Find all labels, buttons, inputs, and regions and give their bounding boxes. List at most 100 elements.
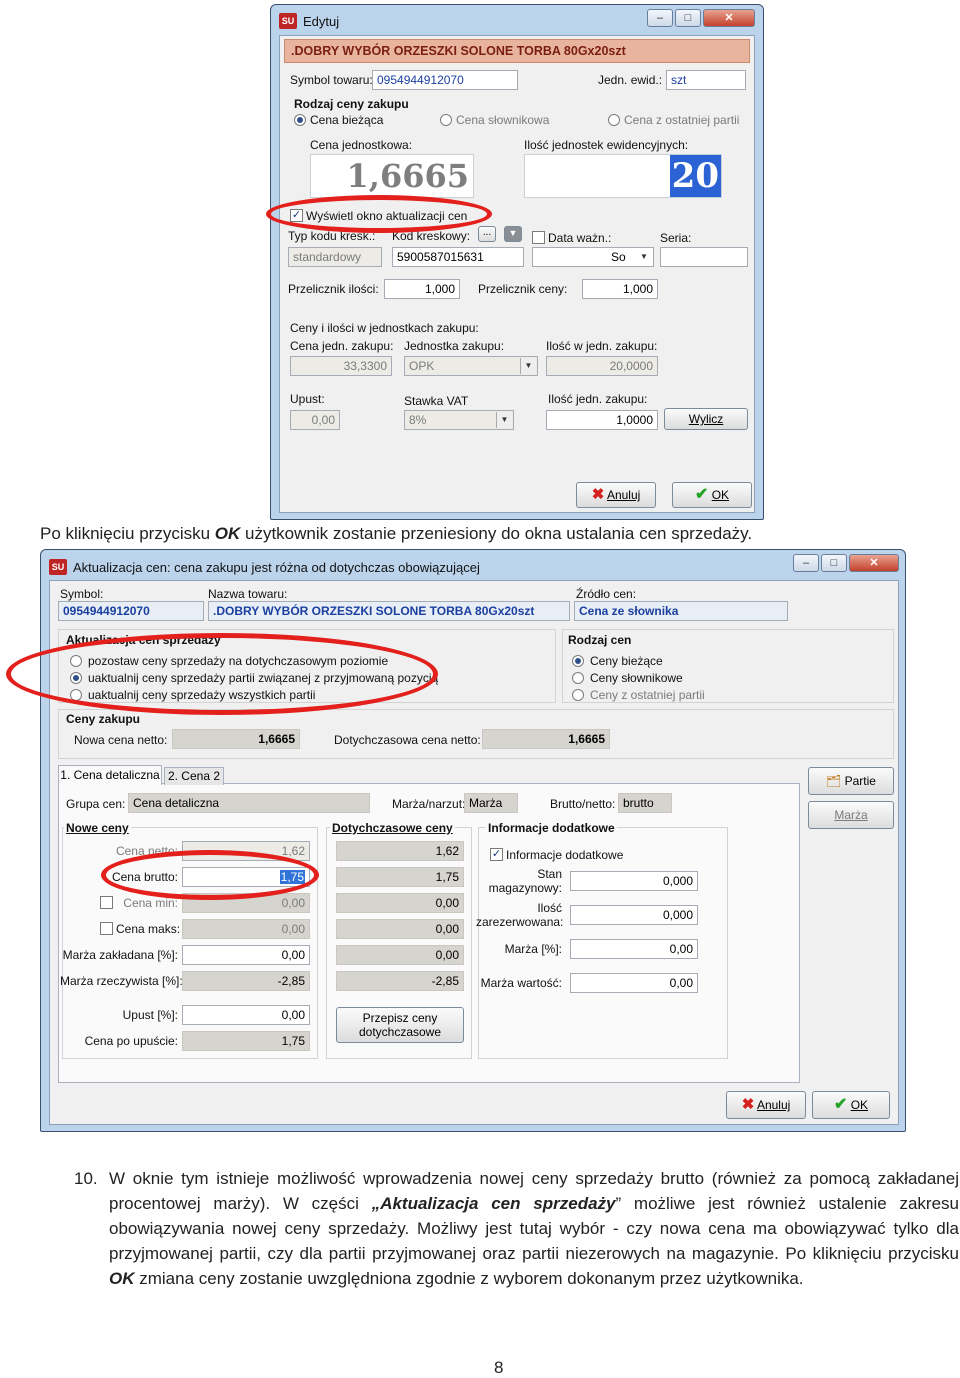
old-min-field: 0,00 bbox=[336, 893, 464, 913]
group-field[interactable]: Cena detaliczna bbox=[128, 793, 370, 813]
minimize-button[interactable]: – bbox=[647, 9, 673, 27]
expiry-checkbox[interactable] bbox=[532, 231, 545, 244]
series-field[interactable] bbox=[660, 247, 748, 267]
parts-icon: 🗂 bbox=[826, 774, 842, 788]
parts-button[interactable]: 🗂 Partie bbox=[808, 767, 894, 795]
discount-field[interactable]: 0,00 bbox=[182, 1005, 310, 1025]
reserved-field: 0,000 bbox=[570, 905, 698, 925]
qty-field[interactable]: 20 bbox=[524, 154, 722, 198]
radio-dictionary-price[interactable] bbox=[440, 114, 452, 126]
purchase-header: Ceny zakupu bbox=[66, 712, 141, 726]
new-net-field[interactable]: 1,6665 bbox=[172, 729, 300, 749]
vat-label: Stawka VAT bbox=[404, 394, 469, 408]
price-kind-last-batch: Ceny z ostatniej partii bbox=[590, 688, 705, 702]
row-label-margin-real: Marża rzeczywista [%]: bbox=[60, 974, 183, 988]
margin-val-field: 0,00 bbox=[570, 973, 698, 993]
ok-label: OK bbox=[711, 488, 730, 502]
old-net-field[interactable]: 1,6665 bbox=[482, 729, 610, 749]
source-field[interactable]: Cena ze słownika bbox=[574, 601, 788, 621]
barcode-browse-button[interactable]: ... bbox=[478, 226, 496, 242]
symbol-label: Symbol towaru: bbox=[290, 73, 373, 87]
step-number: 10. bbox=[74, 1169, 98, 1188]
barcode-dropdown-button[interactable]: ▼ bbox=[504, 226, 522, 242]
chevron-down-icon[interactable]: ▼ bbox=[636, 249, 652, 265]
symbol-label: Symbol: bbox=[60, 587, 104, 601]
para-bold-2: OK bbox=[109, 1269, 135, 1288]
symbol-field[interactable]: 0954944912070 bbox=[372, 70, 518, 90]
unit-price-label: Cena jednostkowa: bbox=[310, 138, 413, 152]
cancel-button[interactable]: ✖ Anuluj bbox=[576, 482, 656, 508]
chevron-down-icon[interactable]: ▼ bbox=[496, 412, 512, 428]
radio-last-batch-prices[interactable] bbox=[572, 689, 584, 701]
window-body: .DOBRY WYBÓR ORZESZKI SOLONE TORBA 80Gx2… bbox=[279, 35, 755, 513]
reserved-label-line2: zarezerwowana: bbox=[476, 915, 564, 929]
barcode-field[interactable]: 5900587015631 bbox=[392, 247, 524, 267]
ok-button[interactable]: ✔ OK bbox=[812, 1091, 890, 1119]
check-icon: ✔ bbox=[833, 1096, 848, 1113]
old-prices-header: Dotychczasowe ceny bbox=[330, 821, 455, 835]
barcode-type-select[interactable]: standardowy bbox=[288, 247, 382, 267]
ok-label: OK bbox=[850, 1098, 869, 1112]
cancel-button[interactable]: ✖ Anuluj bbox=[726, 1091, 806, 1119]
unit-price-field[interactable]: 1,6665 bbox=[310, 154, 474, 198]
old-margin-planned-field: 0,00 bbox=[336, 945, 464, 965]
radio-dictionary-prices[interactable] bbox=[572, 672, 584, 684]
caption-suffix: użytkownik zostanie przeniesiony do okna… bbox=[240, 524, 753, 543]
qty-conv-field[interactable]: 1,000 bbox=[384, 279, 460, 299]
calculate-button[interactable]: Wylicz bbox=[664, 408, 748, 430]
gross-field[interactable]: brutto bbox=[618, 793, 672, 813]
close-button[interactable]: ✕ bbox=[703, 9, 755, 27]
close-button[interactable]: ✕ bbox=[849, 554, 899, 572]
tab-cena-2[interactable]: 2. Cena 2 bbox=[164, 767, 224, 785]
cancel-label: Anuluj bbox=[756, 1098, 791, 1112]
radio-current-prices[interactable] bbox=[572, 655, 584, 667]
source-label: Źródło cen: bbox=[576, 587, 637, 601]
margin-pct-label: Marża [%]: bbox=[504, 942, 562, 956]
purchase-price-field[interactable]: 33,3300 bbox=[290, 356, 392, 376]
vat-select[interactable]: 8% ▼ bbox=[404, 410, 514, 430]
after-discount-field: 1,75 bbox=[182, 1031, 310, 1051]
old-max-field: 0,00 bbox=[336, 919, 464, 939]
window-title: Aktualizacja cen: cena zakupu jest różna… bbox=[73, 560, 480, 575]
new-margin-planned-field[interactable]: 0,00 bbox=[182, 945, 310, 965]
extra-info-checkbox[interactable]: ✓ bbox=[490, 848, 503, 861]
expiry-field[interactable]: So ▼ bbox=[532, 247, 654, 267]
maximize-button[interactable]: □ bbox=[675, 9, 701, 27]
qty-in-unit-field[interactable]: 20,0000 bbox=[546, 356, 658, 376]
caption: Po kliknięciu przycisku OK użytkownik zo… bbox=[40, 524, 752, 544]
price-kind-header: Rodzaj cen bbox=[568, 633, 632, 647]
radio-last-batch-price[interactable] bbox=[608, 114, 620, 126]
margin-button[interactable]: Marża bbox=[808, 801, 894, 829]
min-price-checkbox[interactable] bbox=[100, 896, 113, 909]
ok-button[interactable]: ✔ OK bbox=[672, 482, 752, 508]
expiry-value: So bbox=[611, 250, 626, 264]
caption-bold: OK bbox=[214, 524, 241, 543]
tab-cena-detaliczna[interactable]: 1. Cena detaliczna bbox=[58, 765, 162, 785]
app-icon: SU bbox=[49, 559, 67, 575]
margin-field[interactable]: Marża bbox=[464, 793, 518, 813]
purchase-qty-label: Ilość jedn. zakupu: bbox=[548, 392, 648, 406]
unit-price-value: 1,6665 bbox=[346, 157, 469, 195]
unit-field[interactable]: szt bbox=[666, 70, 746, 90]
copy-prices-button[interactable]: Przepisz ceny dotychczasowe bbox=[336, 1007, 464, 1043]
highlight-ellipse bbox=[6, 633, 438, 715]
para-text-3: zmiana ceny zostanie uwzględniona zgodni… bbox=[134, 1269, 804, 1288]
new-max-field[interactable]: 0,00 bbox=[182, 919, 310, 939]
edit-window: SU Edytuj – □ ✕ .DOBRY WYBÓR ORZESZKI SO… bbox=[270, 4, 764, 520]
chevron-down-icon[interactable]: ▼ bbox=[520, 358, 536, 374]
name-field[interactable]: .DOBRY WYBÓR ORZESZKI SOLONE TORBA 80Gx2… bbox=[208, 601, 570, 621]
purchase-unit-select[interactable]: OPK ▼ bbox=[404, 356, 538, 376]
product-banner: .DOBRY WYBÓR ORZESZKI SOLONE TORBA 80Gx2… bbox=[284, 39, 750, 63]
purchase-qty-field[interactable]: 1,0000 bbox=[546, 410, 658, 430]
page-number: 8 bbox=[494, 1358, 504, 1377]
symbol-field[interactable]: 0954944912070 bbox=[58, 601, 204, 621]
discount-field[interactable]: 0,00 bbox=[290, 410, 340, 430]
cancel-label: Anuluj bbox=[606, 488, 641, 502]
radio-current-price[interactable] bbox=[294, 114, 306, 126]
old-brutto-field: 1,75 bbox=[336, 867, 464, 887]
maximize-button[interactable]: □ bbox=[821, 554, 847, 572]
max-price-checkbox[interactable] bbox=[100, 922, 113, 935]
price-conv-field[interactable]: 1,000 bbox=[582, 279, 658, 299]
new-margin-real-field: -2,85 bbox=[182, 971, 310, 991]
minimize-button[interactable]: – bbox=[793, 554, 819, 572]
